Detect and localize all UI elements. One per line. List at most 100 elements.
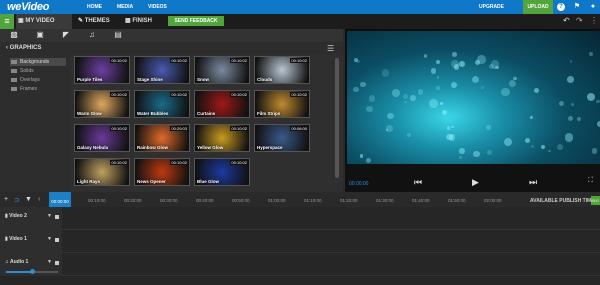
graphics-tab-icon[interactable]: ◤ — [60, 30, 72, 40]
skip-back-icon[interactable]: ⏮ — [414, 177, 422, 188]
folder-icon — [11, 87, 17, 91]
thumbnail-label: Light Rays — [77, 179, 101, 184]
bokeh-light — [442, 110, 448, 116]
thumbnail-label: Blue Glow — [197, 179, 220, 184]
bokeh-light — [569, 60, 573, 63]
thumbnail-item[interactable]: 00:10:02 Snow — [194, 56, 250, 84]
thumbnail-item[interactable]: 00:10:02 Stage Shine — [134, 56, 190, 84]
thumbnail-item[interactable]: 00:10:02 Galaxy Nebula — [74, 124, 130, 152]
bokeh-light — [423, 54, 428, 58]
thumbnail-item[interactable]: 00:10:02 Film Strips — [254, 90, 310, 118]
thumbnail-label: Purple Tiles — [77, 77, 103, 82]
library-tabs — [0, 29, 343, 42]
upgrade-link[interactable]: UPGRADE — [479, 4, 504, 10]
thumbnail-item[interactable]: 00:10:02 Yellow Glow — [194, 124, 250, 152]
thumbnail-label: News Opener — [137, 179, 166, 184]
bokeh-light — [410, 95, 416, 101]
track-video-2[interactable]: ▮ Video 2 ▼ — [0, 207, 600, 230]
music-tab-icon[interactable]: ♫ — [86, 30, 98, 40]
marker-icon[interactable]: ▼ — [25, 196, 32, 203]
thumbnail-item[interactable]: 00:10:02 News Opener — [134, 158, 190, 186]
bokeh-light — [429, 99, 438, 108]
text-tab-icon[interactable]: ▤ — [112, 30, 124, 40]
thumbnail-item[interactable]: 00:06:00 Hyperspace — [254, 124, 310, 152]
magnet-icon[interactable]: ⊃ — [14, 196, 20, 204]
undo-icon[interactable]: ↶ — [563, 16, 570, 25]
preview-video[interactable] — [347, 31, 600, 164]
sidebar-item-solids[interactable]: Solids — [10, 67, 66, 75]
help-icon[interactable]: ? — [557, 3, 565, 11]
tab-my-video[interactable]: ▣ MY VIDEO — [16, 14, 72, 29]
dropdown-arrow-icon[interactable]: ▼ — [47, 213, 52, 219]
track-toggle[interactable] — [55, 238, 59, 242]
thumbnail-label: Hyperspace — [257, 145, 283, 150]
thumbnail-item[interactable]: 00:10:02 Light Rays — [74, 158, 130, 186]
track-name: ▮ Video 1 — [5, 236, 27, 242]
timeline-tick: 00:40:00 — [196, 198, 214, 203]
sidebar-item-frames[interactable]: Frames — [10, 85, 66, 93]
library-title-label: GRAPHICS — [9, 45, 42, 51]
thumbnail-item[interactable]: 00:10:02 Blue Glow — [194, 158, 250, 186]
redo-icon[interactable]: ↷ — [576, 16, 583, 25]
sidebar-item-overlays[interactable]: Overlays — [10, 76, 66, 84]
tab-themes[interactable]: ✎ THEMES — [76, 14, 120, 29]
thumbnail-label: Rainbow Glow — [137, 145, 168, 150]
bokeh-light — [524, 137, 531, 144]
nav-videos[interactable]: VIDEOS — [148, 4, 167, 10]
library-title[interactable]: ‹ GRAPHICS — [6, 45, 41, 51]
thumbnail-label: Warm Glow — [77, 111, 102, 116]
send-feedback-button[interactable]: SEND FEEDBACK — [168, 16, 224, 26]
dropdown-arrow-icon[interactable]: ▼ — [47, 259, 52, 265]
thumbnail-item[interactable]: 00:20:03 Rainbow Glow — [134, 124, 190, 152]
add-icon[interactable]: + — [4, 196, 8, 203]
thumbnail-duration: 00:10:02 — [230, 92, 248, 97]
bokeh-light — [386, 112, 394, 120]
timeline-tick: 01:10:00 — [304, 198, 322, 203]
thumbnail-duration: 00:10:02 — [230, 126, 248, 131]
playhead[interactable]: 00:00:00 — [49, 192, 71, 207]
media-tab-icon[interactable]: ▩ — [8, 30, 20, 40]
track-name: ▮ Video 2 — [5, 213, 27, 219]
sidebar-item-backgrounds[interactable]: Backgrounds — [10, 58, 66, 66]
thumbnail-item[interactable]: 00:10:02 Water Bubbles — [134, 90, 190, 118]
hamburger-icon[interactable]: ≡ — [0, 14, 14, 29]
thumbnail-item[interactable]: 00:10:02 Curtains — [194, 90, 250, 118]
folder-icon — [11, 60, 17, 64]
bokeh-light — [417, 88, 424, 95]
track-toggle[interactable] — [55, 261, 59, 265]
thumbnail-item[interactable]: 00:10:02 Purple Tiles — [74, 56, 130, 84]
tab-themes-label: THEMES — [84, 18, 110, 24]
bell-icon[interactable]: ⚑ — [573, 3, 581, 11]
upload-button[interactable]: UPLOAD — [523, 0, 553, 14]
library-header — [0, 42, 343, 54]
thumbnail-duration: 00:10:02 — [170, 160, 188, 165]
list-menu-icon[interactable]: ☰ — [327, 44, 334, 53]
dropdown-arrow-icon[interactable]: ▼ — [47, 236, 52, 242]
track-audio-1[interactable]: ♫ Audio 1 ▼ — [0, 253, 600, 276]
bokeh-light — [385, 125, 393, 133]
fullscreen-icon[interactable]: ⛶ — [588, 177, 593, 185]
bokeh-light — [533, 88, 540, 94]
bokeh-light — [567, 76, 574, 83]
logo[interactable]: weVideo — [7, 1, 49, 13]
tab-finish[interactable]: ▦ FINISH — [123, 14, 163, 29]
more-icon[interactable]: ⋮ — [590, 16, 598, 25]
nudge-icon[interactable]: ‹ — [38, 196, 40, 203]
timeline-tick: 01:50:00 — [448, 198, 466, 203]
user-icon[interactable]: ● — [589, 3, 597, 11]
bokeh-light — [451, 51, 458, 58]
track-toggle[interactable] — [55, 215, 59, 219]
track-name: ♫ Audio 1 — [5, 259, 28, 265]
play-icon[interactable]: ▶ — [472, 177, 479, 188]
thumbnail-label: Galaxy Nebula — [77, 145, 109, 150]
nav-media[interactable]: MEDIA — [117, 4, 133, 10]
track-video-1[interactable]: ▮ Video 1 ▼ — [0, 230, 600, 253]
volume-knob[interactable] — [30, 269, 35, 274]
bokeh-light — [596, 100, 600, 104]
skip-forward-icon[interactable]: ⏭ — [529, 177, 537, 188]
library-scrollbar[interactable] — [335, 58, 339, 178]
video-tab-icon[interactable]: ▣ — [34, 30, 46, 40]
nav-home[interactable]: HOME — [87, 4, 102, 10]
thumbnail-item[interactable]: 00:10:02 Clouds — [254, 56, 310, 84]
thumbnail-item[interactable]: 00:10:02 Warm Glow — [74, 90, 130, 118]
